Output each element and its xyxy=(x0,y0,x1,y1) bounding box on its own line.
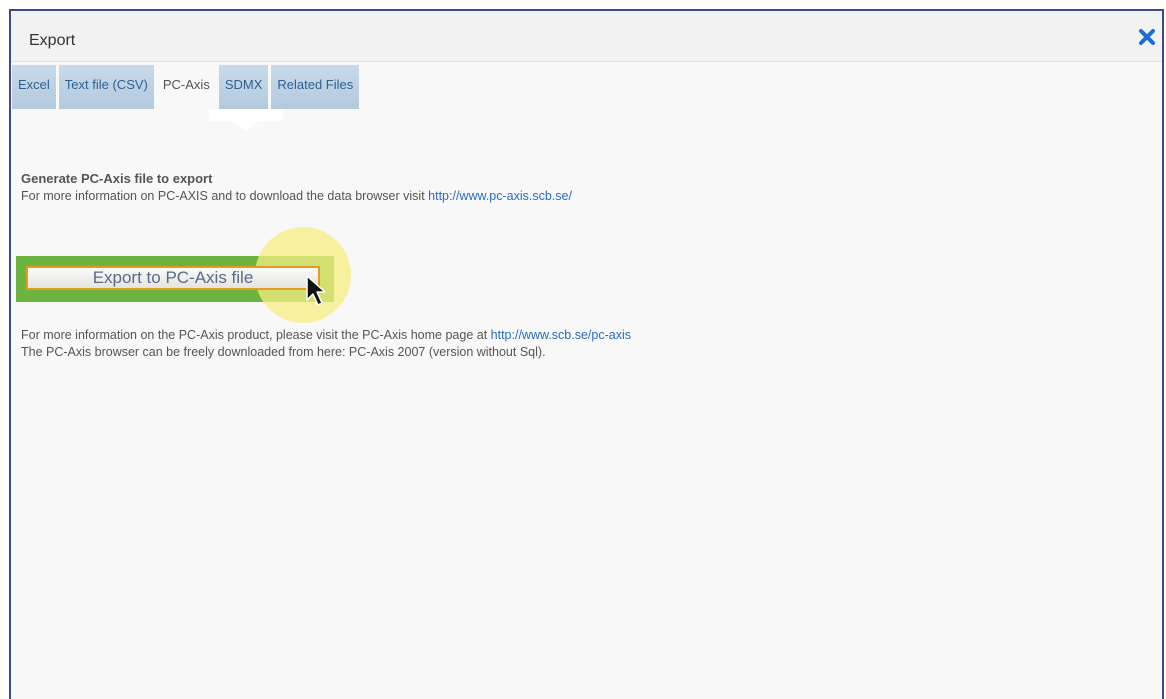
close-icon[interactable] xyxy=(1138,28,1156,46)
export-dialog: Export Excel Text file (CSV) PC-Axis SDM… xyxy=(9,9,1164,699)
tab-text-file-csv[interactable]: Text file (CSV) xyxy=(58,65,154,109)
info-text: For more information on PC-AXIS and to d… xyxy=(21,189,429,203)
mouse-cursor-icon xyxy=(306,275,326,306)
tab-sdmx[interactable]: SDMX xyxy=(218,65,269,109)
active-tab-pointer xyxy=(209,109,283,131)
product-info-text: For more information on the PC-Axis prod… xyxy=(21,328,491,342)
tab-excel[interactable]: Excel xyxy=(12,65,56,109)
pc-axis-link[interactable]: http://www.pc-axis.scb.se/ xyxy=(428,189,572,203)
section-heading: Generate PC-Axis file to export xyxy=(21,171,213,186)
browser-download-line: The PC-Axis browser can be freely downlo… xyxy=(21,345,546,359)
scb-pc-axis-link[interactable]: http://www.scb.se/pc-axis xyxy=(491,328,631,342)
export-to-pc-axis-button[interactable]: Export to PC-Axis file xyxy=(26,266,320,290)
tab-pc-axis[interactable]: PC-Axis xyxy=(156,65,216,109)
pc-axis-content: Generate PC-Axis file to export For more… xyxy=(21,171,1152,205)
info-line: For more information on PC-AXIS and to d… xyxy=(21,188,1152,205)
product-info: For more information on the PC-Axis prod… xyxy=(21,327,1152,361)
export-tabs: Excel Text file (CSV) PC-Axis SDMX Relat… xyxy=(12,65,362,109)
dialog-titlebar: Export xyxy=(11,11,1162,62)
tab-related-files[interactable]: Related Files xyxy=(271,65,360,109)
product-info-line: For more information on the PC-Axis prod… xyxy=(21,327,1152,344)
export-button-area: Export to PC-Axis file xyxy=(16,227,351,323)
dialog-title: Export xyxy=(29,32,76,49)
